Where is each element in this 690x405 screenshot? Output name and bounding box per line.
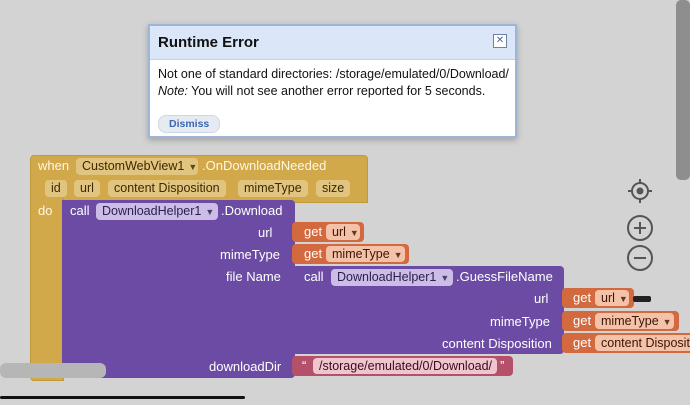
download-component-dropdown[interactable]: DownloadHelper1 ▼ (96, 203, 218, 220)
note-label: Note: (158, 84, 188, 98)
home-indicator (0, 396, 245, 399)
get-label: get (304, 224, 323, 239)
param-url[interactable]: url (74, 180, 100, 197)
guess-get-content-disposition-var-dropdown[interactable]: content Disposit (595, 335, 690, 351)
close-quote: ” (500, 358, 505, 373)
chevron-down-icon: ▼ (205, 207, 215, 217)
chevron-down-icon: ▼ (618, 294, 628, 304)
chevron-down-icon: ▼ (393, 250, 403, 260)
chevron-down-icon: ▼ (188, 162, 198, 172)
guess-arg-mimetype-label: mimeType (490, 314, 550, 329)
chevron-down-icon: ▼ (440, 273, 450, 283)
vertical-scrollbar[interactable] (676, 0, 690, 180)
dialog-title: Runtime Error (158, 34, 259, 51)
guess-get-url-var-dropdown[interactable]: url ▼ (595, 290, 629, 306)
get-label: get (573, 335, 592, 350)
guess-arg-content-disposition-label: content Disposition (442, 336, 552, 351)
when-label: when (38, 158, 70, 173)
event-name: .OnDownloadNeeded (202, 158, 327, 173)
param-mimetype[interactable]: mimeType (238, 180, 308, 197)
crosshair-icon[interactable] (627, 178, 653, 204)
dismiss-button[interactable]: Dismiss (158, 115, 221, 133)
arg-url-label: url (258, 225, 273, 240)
guess-get-mimetype-var-dropdown[interactable]: mimeType ▼ (595, 313, 674, 329)
horizontal-scrollbar[interactable] (0, 363, 106, 378)
param-id[interactable]: id (45, 180, 67, 197)
text-value-field[interactable]: /storage/emulated/0/Download/ (313, 358, 497, 374)
do-label: do (38, 203, 53, 218)
message-line-1: Not one of standard directories: /storag… (158, 67, 509, 81)
close-icon[interactable]: ✕ (493, 34, 507, 48)
runtime-error-dialog: Runtime Error ✕ Not one of standard dire… (148, 24, 517, 138)
call-label: call (304, 269, 324, 284)
message-line-2: You will not see another error reported … (187, 84, 486, 98)
get-label: get (573, 313, 592, 328)
minus-icon[interactable] (627, 245, 653, 271)
guess-method-name: .GuessFileName (456, 269, 553, 284)
event-block-side[interactable] (30, 198, 64, 381)
chevron-down-icon: ▼ (349, 228, 359, 238)
guess-arg-url-label: url (534, 291, 549, 306)
get-label: get (573, 290, 592, 305)
dialog-header: Runtime Error ✕ (150, 26, 515, 60)
method-name: .Download (221, 203, 283, 218)
get-label: get (304, 246, 323, 261)
dialog-message: Not one of standard directories: /storag… (158, 66, 509, 100)
cursor-icon (633, 296, 651, 302)
call-label: call (70, 203, 90, 218)
param-content-disposition[interactable]: content Disposition (108, 180, 226, 197)
open-quote: “ (302, 358, 307, 373)
plus-icon[interactable] (627, 215, 653, 241)
get-url-var-dropdown[interactable]: url ▼ (326, 224, 360, 240)
param-size[interactable]: size (316, 180, 351, 197)
chevron-down-icon: ▼ (662, 317, 672, 327)
arg-downloaddir-label: downloadDir (209, 359, 282, 374)
guess-component-dropdown[interactable]: DownloadHelper1 ▼ (331, 269, 453, 286)
get-mimetype-var-dropdown[interactable]: mimeType ▼ (326, 246, 405, 262)
component-dropdown[interactable]: CustomWebView1 ▼ (76, 158, 198, 175)
arg-filename-label: file Name (226, 269, 281, 284)
arg-mimetype-label: mimeType (220, 247, 280, 262)
